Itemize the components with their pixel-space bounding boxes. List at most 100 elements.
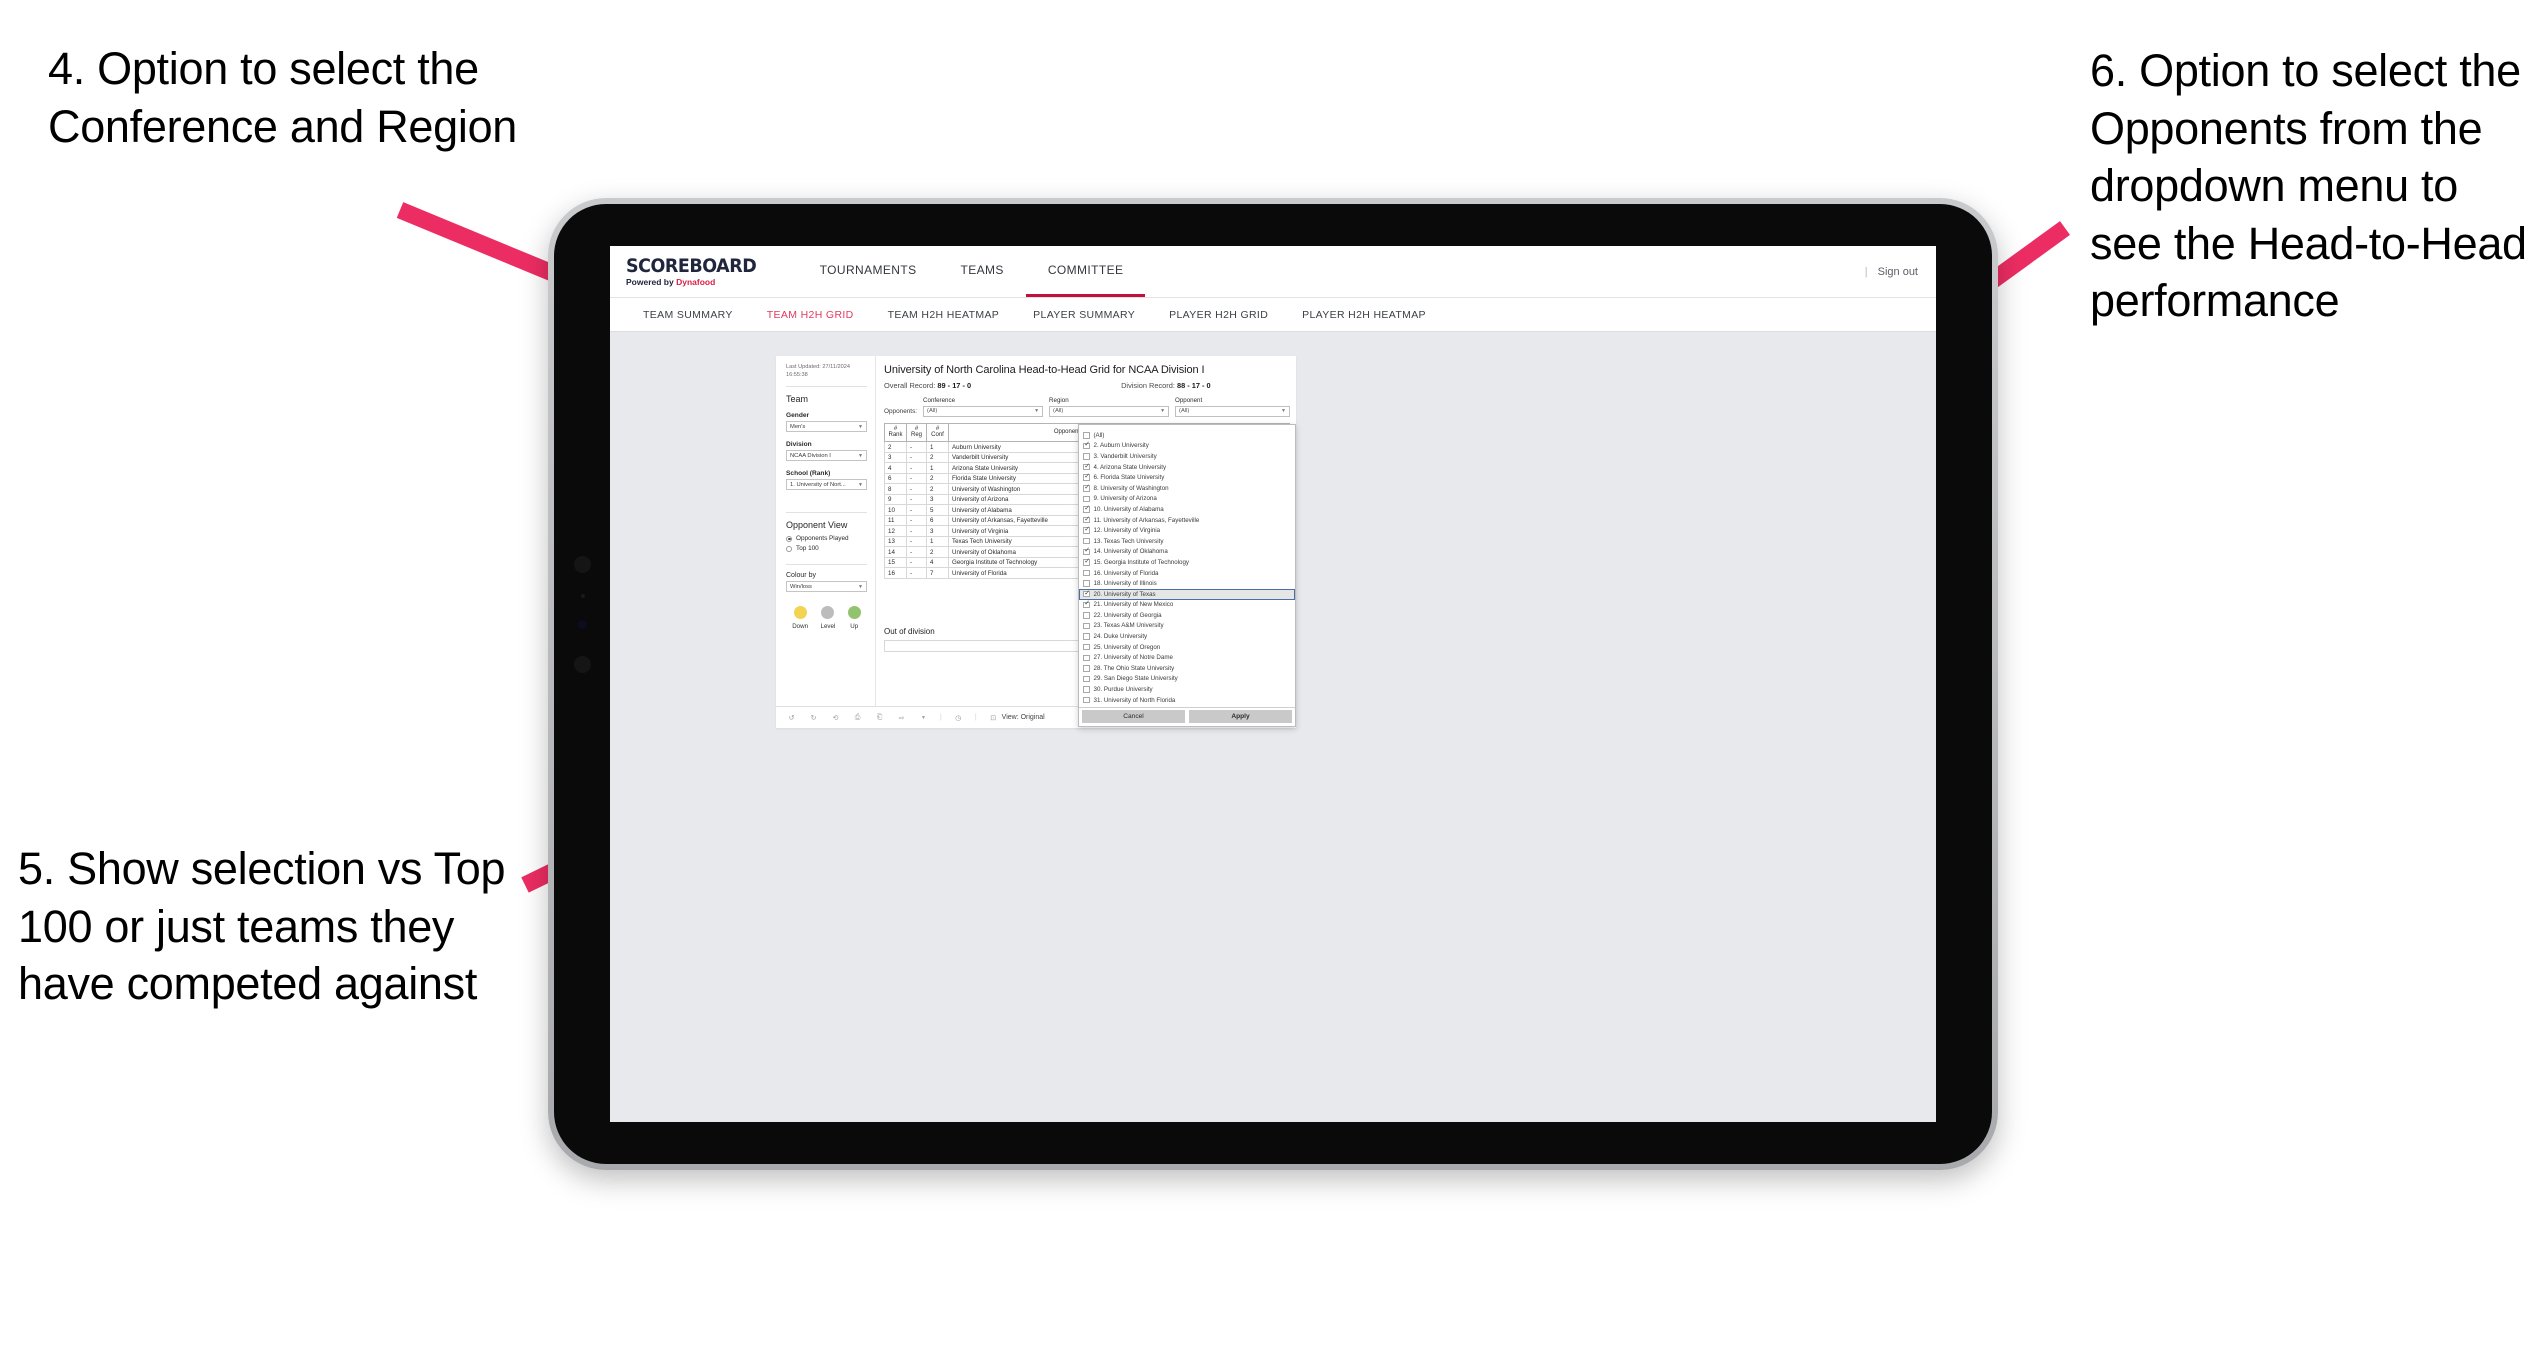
refresh-data-icon[interactable]: ⎙ — [852, 712, 863, 723]
checkbox-icon[interactable] — [1083, 654, 1090, 662]
checkbox-icon[interactable] — [1083, 696, 1090, 704]
gender-value: Men's — [790, 423, 806, 430]
opponent-dropdown-item-label: 8. University of Washington — [1093, 484, 1169, 492]
checkbox-icon[interactable] — [1083, 484, 1090, 492]
opponent-dropdown-item[interactable]: 12. University of Virginia — [1079, 525, 1295, 536]
opponent-dropdown-item[interactable]: 11. University of Arkansas, Fayetteville — [1079, 515, 1295, 526]
checkbox-icon[interactable] — [1083, 505, 1090, 513]
opponent-dropdown-item[interactable]: 4. Arizona State University — [1079, 462, 1295, 473]
school-rank-select[interactable]: 1. University of Nort... ▼ — [786, 479, 867, 491]
nav-item-tournaments[interactable]: TOURNAMENTS — [798, 246, 939, 297]
tab-player-summary[interactable]: PLAYER SUMMARY — [1016, 309, 1152, 321]
checkbox-icon[interactable] — [1083, 463, 1090, 471]
checkbox-icon[interactable] — [1083, 612, 1090, 619]
opponent-dropdown-item[interactable]: 28. The Ohio State University — [1079, 663, 1295, 674]
radio-opponents-played[interactable]: Opponents Played — [786, 535, 867, 542]
conference-select[interactable]: (All) ▼ — [923, 405, 1044, 417]
checkbox-icon[interactable] — [1083, 590, 1090, 598]
opponent-dropdown-item[interactable]: 24. Duke University — [1079, 631, 1295, 642]
checkbox-icon[interactable] — [1083, 643, 1090, 651]
opponent-dropdown-item-label: 3. Vanderbilt University — [1093, 452, 1157, 460]
chevron-down-icon[interactable]: ▼ — [918, 712, 929, 723]
cell-reg: - — [906, 535, 927, 548]
revert-icon[interactable]: ⟲ — [830, 712, 841, 723]
checkbox-icon[interactable] — [1083, 495, 1090, 503]
cancel-button[interactable]: Cancel — [1082, 710, 1185, 724]
opponent-dropdown-item[interactable]: 9. University of Arizona — [1079, 494, 1295, 505]
view-original-button[interactable]: ⊡ View: Original — [988, 712, 1045, 723]
checkbox-icon[interactable] — [1083, 622, 1090, 630]
opponent-dropdown-item[interactable]: 15. Georgia Institute of Technology — [1079, 557, 1295, 568]
opponent-dropdown-item[interactable]: 22. University of Georgia — [1079, 610, 1295, 621]
opponent-dropdown-item-label: 27. University of Notre Dame — [1093, 654, 1173, 662]
tab-team-h2h-heatmap[interactable]: TEAM H2H HEATMAP — [871, 309, 1017, 321]
opponent-dropdown-item[interactable]: (All) — [1079, 430, 1295, 441]
checkbox-icon[interactable] — [1083, 569, 1090, 577]
nav-item-committee[interactable]: COMMITTEE — [1025, 246, 1146, 297]
radio-top-100[interactable]: Top 100 — [786, 545, 867, 552]
checkbox-icon[interactable] — [1083, 526, 1090, 534]
checkbox-icon[interactable] — [1083, 442, 1090, 450]
opponent-dropdown-item-label: 18. University of Illinois — [1093, 580, 1157, 588]
opponents-label: Opponents: — [884, 407, 918, 415]
opponent-dropdown-item[interactable]: 16. University of Florida — [1079, 568, 1295, 579]
opponent-dropdown-item[interactable]: 31. University of North Florida — [1079, 695, 1295, 706]
cell-conf: 3 — [926, 493, 949, 506]
opponent-dropdown-item[interactable]: 2. Auburn University — [1079, 441, 1295, 452]
microphone-icon — [581, 594, 585, 598]
tab-player-h2h-grid[interactable]: PLAYER H2H GRID — [1152, 309, 1285, 321]
opponent-dropdown-item[interactable]: 3. Vanderbilt University — [1079, 451, 1295, 462]
checkbox-icon[interactable] — [1083, 537, 1090, 545]
opponent-dropdown-item[interactable]: 18. University of Illinois — [1079, 578, 1295, 589]
opponent-dropdown-item[interactable]: 25. University of Oregon — [1079, 642, 1295, 653]
redo-icon[interactable]: ↻ — [808, 712, 819, 723]
tab-player-h2h-heatmap[interactable]: PLAYER H2H HEATMAP — [1285, 309, 1443, 321]
region-select[interactable]: (All) ▼ — [1049, 405, 1170, 417]
history-icon[interactable]: ◷ — [953, 712, 964, 723]
opponent-dropdown-item[interactable]: 13. Texas Tech University — [1079, 536, 1295, 547]
opponent-dropdown-item[interactable]: 29. San Diego State University — [1079, 674, 1295, 685]
checkbox-icon[interactable] — [1083, 600, 1090, 609]
tab-team-summary[interactable]: TEAM SUMMARY — [626, 309, 750, 321]
undo-icon[interactable]: ↺ — [786, 712, 797, 723]
checkbox-icon[interactable] — [1083, 558, 1090, 566]
checkbox-icon[interactable] — [1083, 675, 1090, 683]
opponent-dropdown-list[interactable]: (All) 2. Auburn University 3. Vanderbilt U… — [1079, 428, 1295, 707]
checkbox-icon[interactable] — [1083, 453, 1090, 460]
checkbox-icon[interactable] — [1083, 665, 1090, 672]
opponent-dropdown-item[interactable]: 30. Purdue University — [1079, 684, 1295, 695]
checkbox-icon[interactable] — [1083, 633, 1090, 640]
col-conf: # Conf — [926, 422, 949, 443]
opponent-dropdown-item[interactable]: 10. University of Alabama — [1079, 504, 1295, 515]
checkbox-icon[interactable] — [1083, 516, 1090, 524]
opponent-dropdown-popup[interactable]: (All) 2. Auburn University 3. Vanderbilt U… — [1078, 424, 1296, 728]
sign-out-link[interactable]: Sign out — [1878, 266, 1918, 278]
tab-team-h2h-grid[interactable]: TEAM H2H GRID — [750, 309, 871, 321]
checkbox-icon[interactable] — [1083, 547, 1090, 556]
cell-rank: 6 — [884, 472, 907, 485]
checkbox-icon[interactable] — [1083, 473, 1090, 481]
nav-item-teams[interactable]: TEAMS — [938, 246, 1025, 297]
apply-button[interactable]: Apply — [1189, 710, 1292, 724]
colour-by-select[interactable]: Win/loss ▼ — [786, 581, 867, 593]
legend-swatch-level — [821, 606, 835, 620]
checkbox-icon[interactable] — [1083, 580, 1090, 587]
opponent-select[interactable]: (All) ▼ — [1175, 405, 1290, 417]
share-icon[interactable]: ⇨ — [896, 712, 907, 723]
opponent-dropdown-item[interactable]: 20. University of Texas — [1079, 588, 1295, 600]
opponent-dropdown-item[interactable]: 27. University of Notre Dame — [1079, 652, 1295, 663]
division-select[interactable]: NCAA Division I ▼ — [786, 450, 867, 462]
cell-reg: - — [906, 514, 927, 527]
opponent-dropdown-item[interactable]: 23. Texas A&M University — [1079, 621, 1295, 632]
cell-rank: 13 — [884, 535, 907, 548]
pause-updates-icon[interactable]: ⎗ — [874, 712, 885, 723]
checkbox-icon[interactable] — [1083, 686, 1090, 693]
divider — [786, 564, 867, 566]
checkbox-icon[interactable] — [1083, 432, 1090, 439]
opponent-dropdown-item[interactable]: 8. University of Washington — [1079, 483, 1295, 494]
opponent-dropdown-item[interactable]: 21. University of New Mexico — [1079, 600, 1295, 611]
opponent-dropdown-item[interactable]: 14. University of Oklahoma — [1079, 547, 1295, 558]
opponent-dropdown-item[interactable]: 6. Florida State University — [1079, 472, 1295, 483]
gender-select[interactable]: Men's ▼ — [786, 421, 867, 433]
brand-logo[interactable]: SCOREBOARD Powered by Dynafood — [626, 246, 798, 297]
